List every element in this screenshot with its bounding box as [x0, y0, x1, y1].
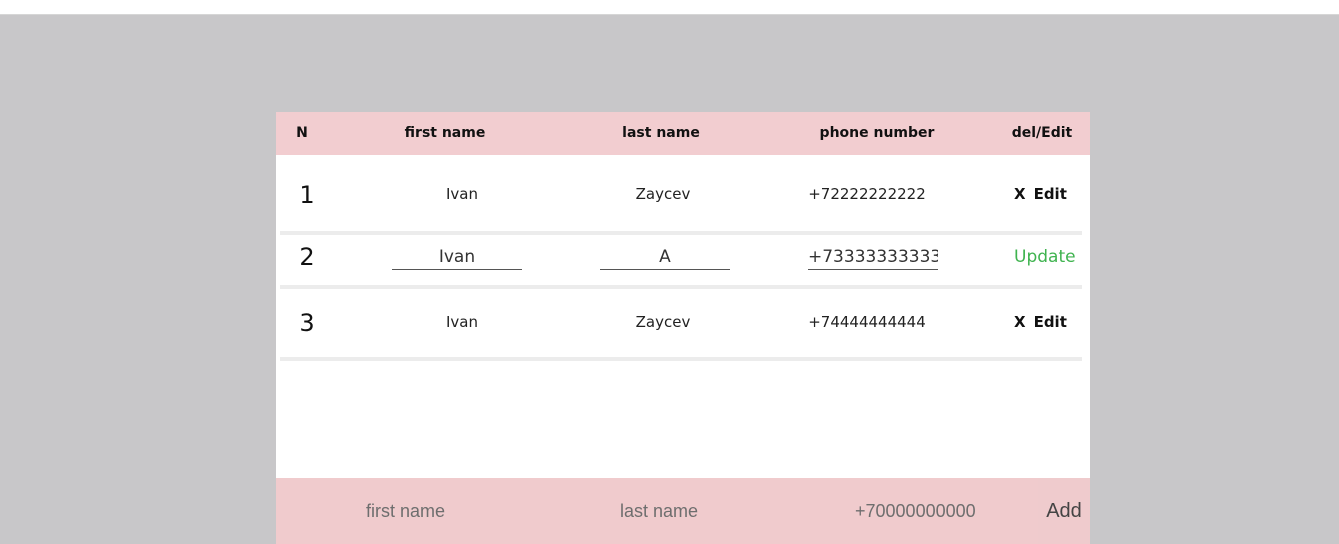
- header-last-name: last name: [622, 125, 700, 141]
- delete-button[interactable]: X: [1014, 313, 1026, 331]
- delete-button[interactable]: X: [1014, 185, 1026, 203]
- phone-cell: +72222222222: [808, 185, 926, 203]
- table-row: 3 Ivan Zaycev +74444444444 X Edit: [280, 289, 1082, 361]
- new-first-name-input[interactable]: [366, 500, 546, 522]
- table-header: N first name last name phone number del/…: [276, 112, 1090, 155]
- edit-button[interactable]: Edit: [1034, 313, 1067, 331]
- phone-edit-input[interactable]: [808, 245, 938, 270]
- header-first-name: first name: [404, 125, 486, 141]
- update-button[interactable]: Update: [1014, 247, 1076, 267]
- row-number: 2: [299, 243, 315, 271]
- first-name-edit-input[interactable]: [392, 245, 522, 270]
- row-actions: X Edit: [1014, 185, 1067, 203]
- row-number: 3: [299, 309, 315, 337]
- first-name-cell: Ivan: [446, 313, 478, 331]
- last-name-cell: Zaycev: [635, 313, 691, 331]
- header-actions: del/Edit: [1011, 125, 1073, 141]
- table-row: 1 Ivan Zaycev +72222222222 X Edit: [280, 155, 1082, 235]
- header-n: N: [296, 125, 308, 141]
- phone-cell: +74444444444: [808, 313, 926, 331]
- header-phone-number: phone number: [819, 125, 935, 141]
- add-button[interactable]: Add: [1038, 478, 1090, 544]
- row-actions: X Edit: [1014, 313, 1067, 331]
- edit-button[interactable]: Edit: [1034, 185, 1067, 203]
- top-bar: [0, 0, 1339, 15]
- add-contact-form: Add: [276, 478, 1090, 544]
- contacts-table-card: N first name last name phone number del/…: [276, 112, 1090, 544]
- row-number: 1: [299, 181, 315, 209]
- table-row-editing: 2 Update: [280, 235, 1082, 289]
- new-phone-input[interactable]: [855, 500, 1025, 522]
- last-name-edit-input[interactable]: [600, 245, 730, 270]
- first-name-cell: Ivan: [446, 185, 478, 203]
- new-last-name-input[interactable]: [620, 500, 800, 522]
- last-name-cell: Zaycev: [635, 185, 691, 203]
